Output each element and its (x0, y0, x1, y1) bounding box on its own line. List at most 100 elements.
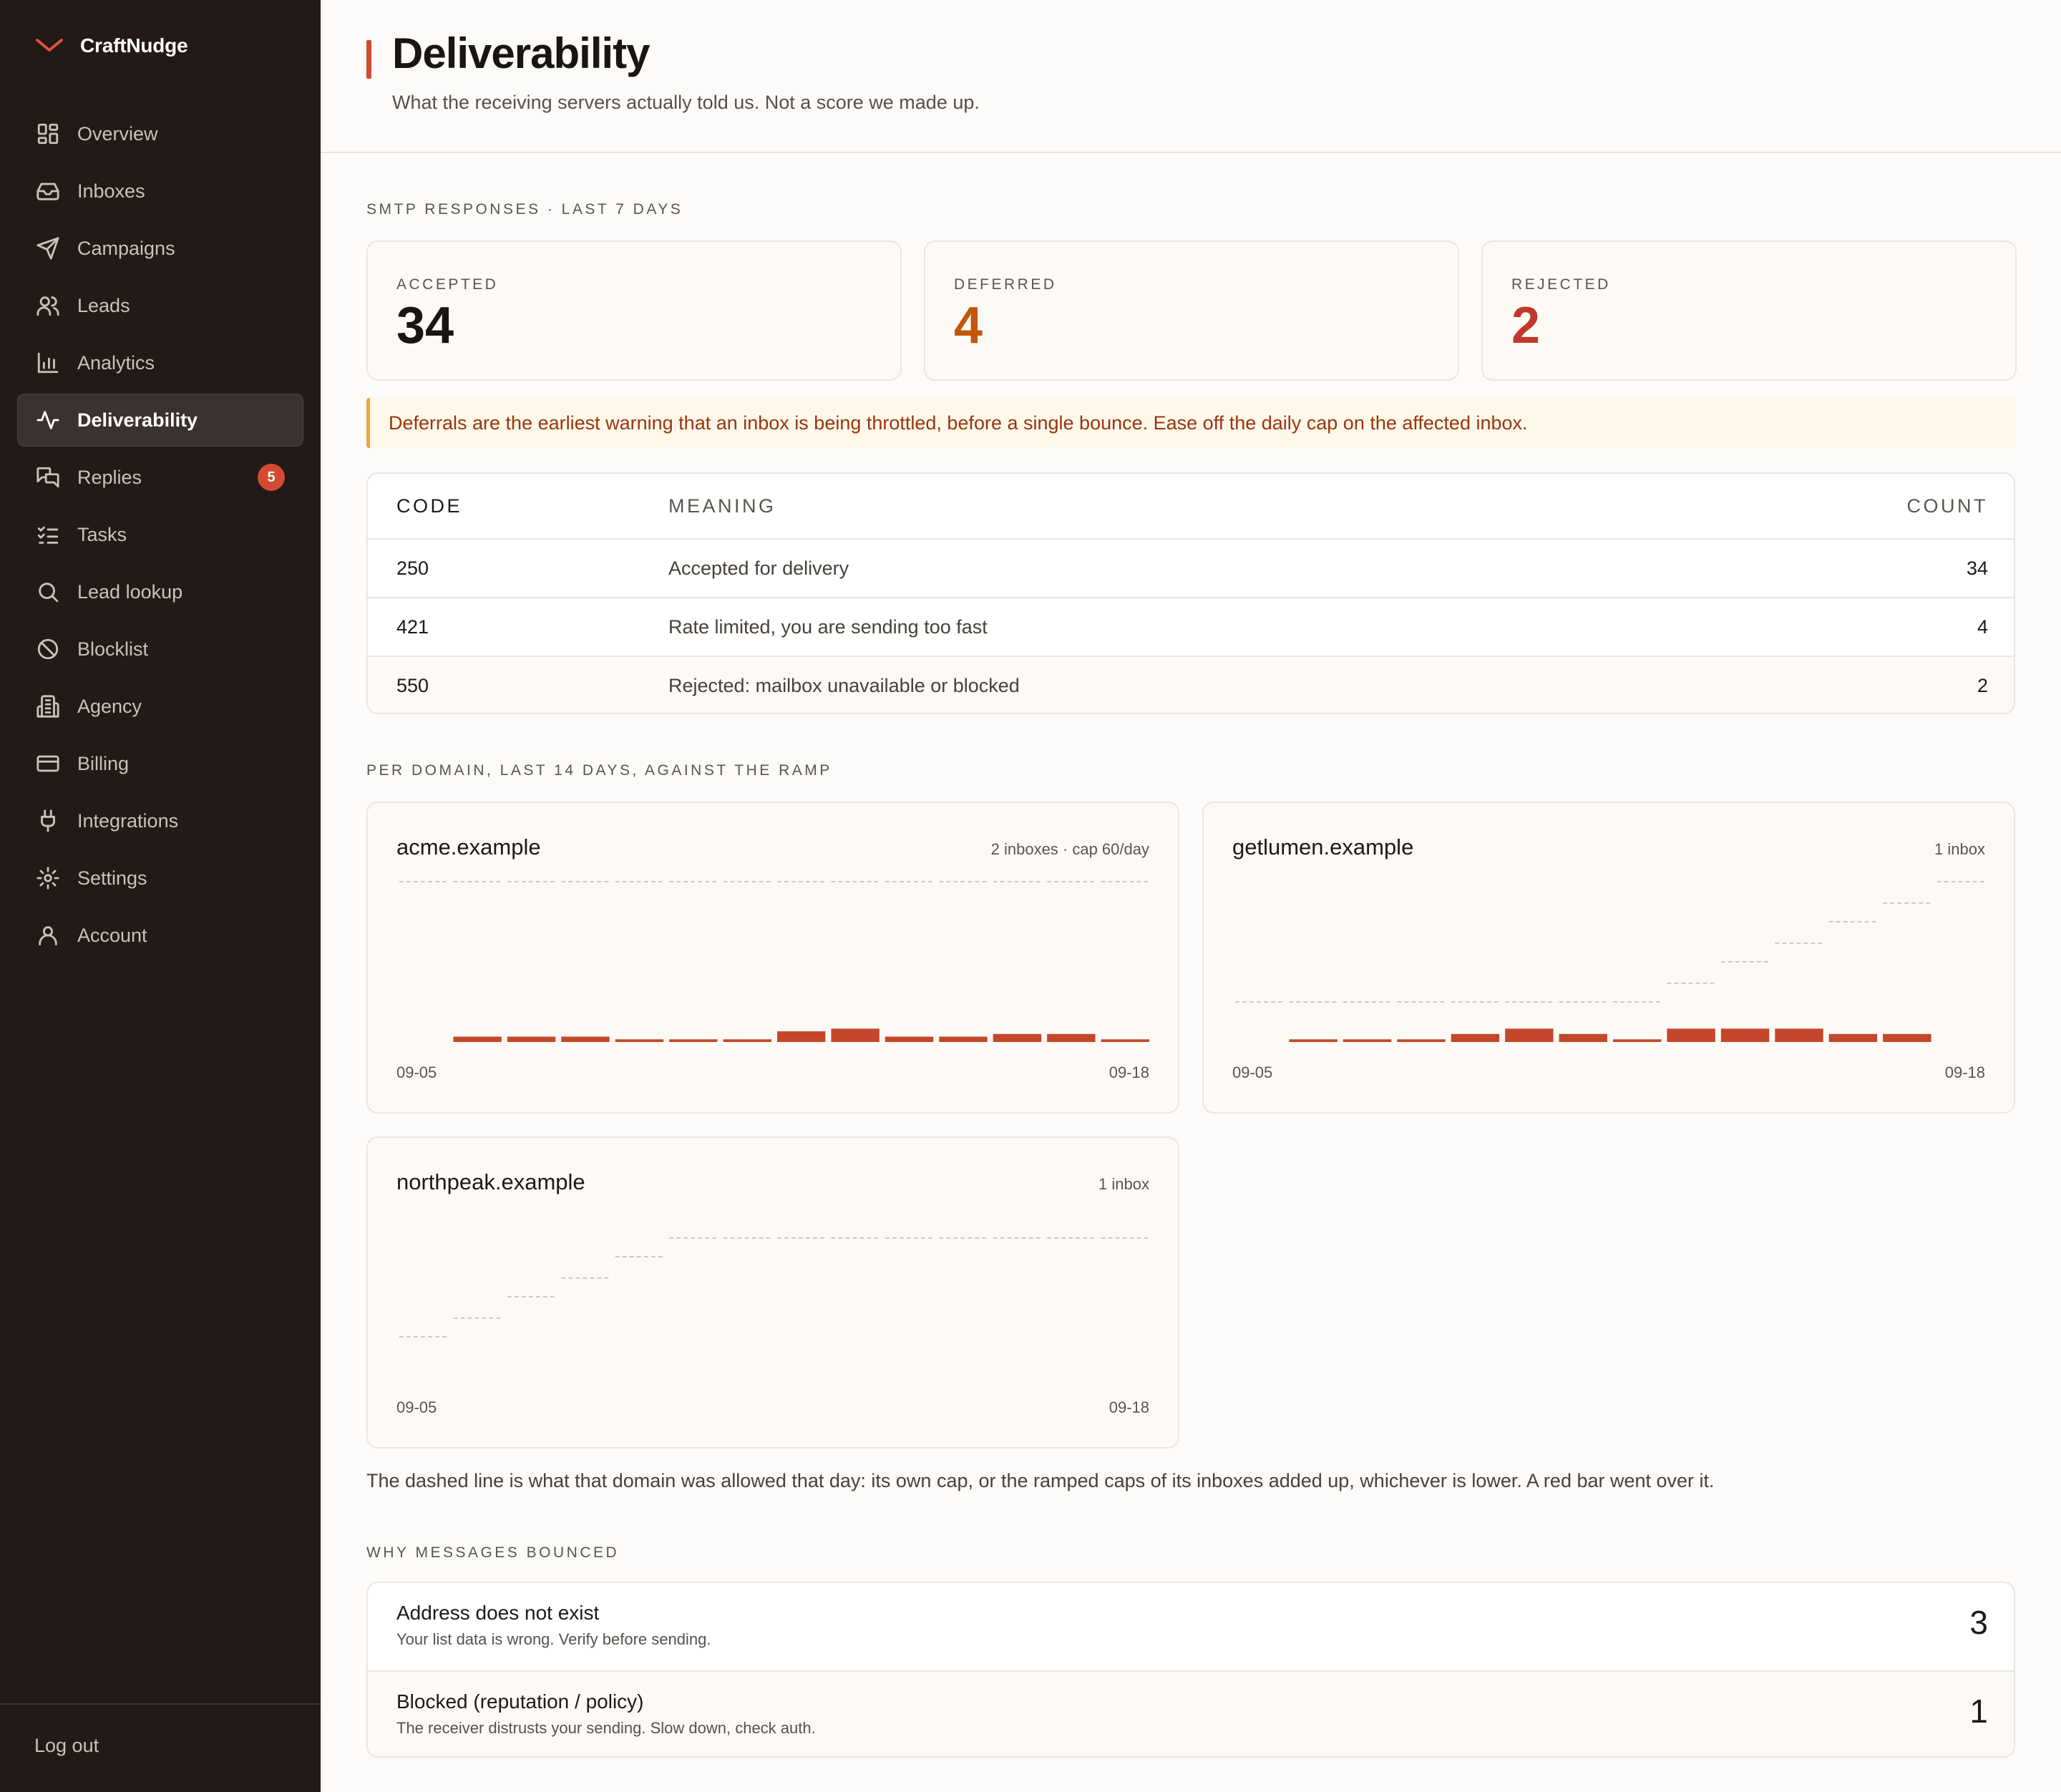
chart-start-date: 09-05 (1232, 1063, 1273, 1081)
domain-volume-chart (1235, 881, 1985, 1042)
domain-meta: 1 inbox (1934, 840, 1985, 858)
brand-logo-icon (36, 39, 63, 52)
bounce-reason-title: Address does not exist (396, 1602, 600, 1624)
sidebar-item-analytics[interactable]: Analytics (17, 336, 303, 389)
sidebar-item-label: Analytics (77, 351, 155, 374)
domain-name: acme.example (396, 834, 541, 860)
credit-card-icon (36, 751, 60, 776)
inbox-icon (36, 179, 60, 203)
logout-button[interactable]: Log out (34, 1735, 99, 1757)
smtp-code: 250 (396, 557, 429, 579)
sidebar-item-leads[interactable]: Leads (17, 279, 303, 332)
chart-end-date: 09-18 (1944, 1063, 1985, 1081)
sidebar-item-label: Account (77, 924, 147, 946)
smtp-codes-table: CODE MEANING COUNT 250 Accepted for deli… (366, 472, 2015, 714)
daily-send-bar (453, 1036, 502, 1042)
sidebar-item-billing[interactable]: Billing (17, 737, 303, 790)
table-header-row: CODE MEANING COUNT (368, 474, 2014, 538)
bounce-reason-description: The receiver distrusts your sending. Slo… (396, 1719, 816, 1737)
main-content: Deliverability What the receiving server… (321, 0, 2061, 1792)
bar-chart-icon (36, 351, 60, 375)
search-icon (36, 580, 60, 604)
bounce-reasons-list: Address does not exist Your list data is… (366, 1582, 2015, 1758)
sidebar-item-label: Overview (77, 122, 158, 145)
brand[interactable]: CraftNudge (34, 31, 188, 60)
sidebar-item-label: Agency (77, 695, 142, 717)
page-subtitle: What the receiving servers actually told… (392, 92, 980, 113)
sidebar-item-label: Billing (77, 752, 130, 774)
sidebar-item-overview[interactable]: Overview (17, 107, 303, 160)
daily-send-bar (669, 1039, 718, 1042)
sidebar-item-inboxes[interactable]: Inboxes (17, 165, 303, 218)
sidebar-item-tasks[interactable]: Tasks (17, 508, 303, 561)
smtp-code: 550 (396, 674, 429, 696)
daily-send-bar (1289, 1039, 1338, 1042)
chart-end-date: 09-18 (1109, 1063, 1149, 1081)
domain-volume-chart (399, 1237, 1149, 1338)
daily-send-bar (1397, 1039, 1446, 1042)
user-icon (36, 923, 60, 948)
chart-explanation: The dashed line is what that domain was … (366, 1470, 1715, 1491)
sidebar-item-settings[interactable]: Settings (17, 852, 303, 905)
stat-card-deferred: DEFERRED 4 (924, 240, 1459, 381)
smtp-code: 421 (396, 615, 429, 638)
building-icon (36, 694, 60, 719)
daily-send-bar (1667, 1028, 1715, 1042)
brand-name: CraftNudge (80, 34, 188, 57)
domain-name: getlumen.example (1232, 834, 1414, 860)
column-header-meaning: MEANING (668, 495, 776, 517)
sidebar-item-replies[interactable]: Replies 5 (17, 451, 303, 504)
sidebar-item-label: Lead lookup (77, 580, 183, 603)
title-accent-bar (366, 40, 371, 79)
domain-card-northpeak: northpeak.example 1 inbox 09-05 09-18 (366, 1136, 1179, 1448)
domain-meta: 1 inbox (1098, 1175, 1149, 1193)
daily-send-bar (1613, 1039, 1662, 1042)
smtp-meaning: Rate limited, you are sending too fast (668, 615, 988, 638)
sidebar-item-label: Integrations (77, 809, 179, 832)
page-header: Deliverability What the receiving server… (321, 0, 2061, 153)
bounce-reason-description: Your list data is wrong. Verify before s… (396, 1630, 711, 1648)
gear-icon (36, 866, 60, 890)
smtp-meaning: Accepted for delivery (668, 557, 849, 579)
replies-count-badge: 5 (258, 464, 285, 491)
sidebar-item-deliverability[interactable]: Deliverability (17, 394, 303, 447)
sidebar-item-blocklist[interactable]: Blocklist (17, 623, 303, 676)
sidebar-item-integrations[interactable]: Integrations (17, 794, 303, 847)
daily-send-bar (831, 1028, 880, 1042)
sidebar-nav: Overview Inboxes Campaigns Leads Analyti… (17, 107, 303, 966)
stat-label: DEFERRED (954, 276, 1057, 293)
send-icon (36, 236, 60, 260)
daily-send-bar (1559, 1033, 1607, 1042)
sidebar: CraftNudge Overview Inboxes Campaigns Le… (0, 0, 321, 1792)
daily-send-bar (615, 1039, 664, 1042)
sidebar-item-label: Leads (77, 294, 130, 316)
stat-value: 2 (1511, 297, 1541, 354)
list-item: Address does not exist Your list data is… (368, 1583, 2014, 1670)
sidebar-divider (0, 1703, 321, 1705)
daily-send-bar (777, 1031, 826, 1042)
sidebar-item-label: Inboxes (77, 180, 145, 202)
sidebar-item-account[interactable]: Account (17, 909, 303, 962)
bounce-reason-count: 1 (1969, 1693, 1988, 1730)
sidebar-item-label: Settings (77, 867, 147, 889)
domain-meta: 2 inboxes · cap 60/day (990, 840, 1149, 858)
daily-send-bar (507, 1036, 556, 1042)
sidebar-item-lead-lookup[interactable]: Lead lookup (17, 565, 303, 618)
bounces-section-label: WHY MESSAGES BOUNCED (366, 1544, 620, 1561)
daily-send-bar (1775, 1028, 1823, 1042)
smtp-count: 34 (1966, 557, 1988, 579)
daily-send-bar (1343, 1039, 1392, 1042)
smtp-section-label: SMTP RESPONSES · LAST 7 DAYS (366, 201, 683, 218)
chat-icon (36, 465, 60, 490)
column-header-count: COUNT (1906, 495, 1988, 517)
daily-send-bar (723, 1039, 771, 1042)
daily-send-bar (561, 1036, 610, 1042)
checklist-icon (36, 522, 60, 547)
table-row: 421 Rate limited, you are sending too fa… (368, 597, 2014, 656)
chart-start-date: 09-05 (396, 1398, 437, 1416)
domain-card-acme: acme.example 2 inboxes · cap 60/day 09-0… (366, 802, 1179, 1114)
sidebar-item-campaigns[interactable]: Campaigns (17, 222, 303, 275)
sidebar-item-agency[interactable]: Agency (17, 680, 303, 733)
stat-value: 4 (954, 297, 983, 354)
daily-send-bar (1883, 1033, 1931, 1042)
